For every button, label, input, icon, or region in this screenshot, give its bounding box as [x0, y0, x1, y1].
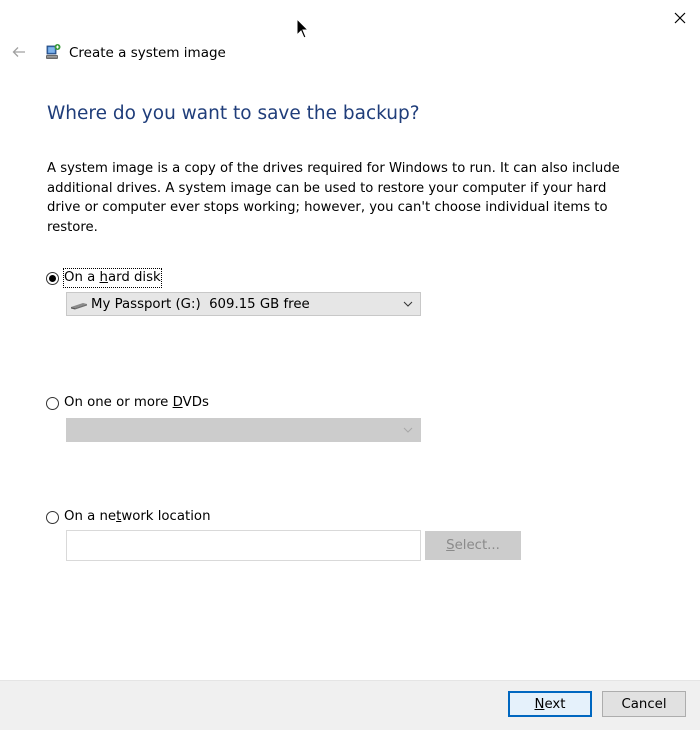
next-button[interactable]: Next	[508, 691, 592, 717]
hard-disk-dropdown[interactable]: My Passport (G:) 609.15 GB free	[66, 292, 421, 316]
close-button[interactable]	[666, 6, 694, 30]
network-location-input[interactable]	[66, 530, 421, 561]
drive-icon	[71, 303, 87, 310]
window-title: Create a system image	[69, 45, 226, 61]
hard-disk-option[interactable]: On a hard disk	[46, 268, 162, 288]
create-system-image-window: Create a system image Where do you want …	[0, 0, 700, 730]
close-icon	[674, 12, 686, 24]
network-label[interactable]: On a network location	[64, 508, 211, 526]
network-option[interactable]: On a network location	[46, 507, 211, 527]
hard-disk-radio[interactable]	[46, 271, 59, 285]
page-description: A system image is a copy of the drives r…	[47, 161, 620, 235]
chevron-down-icon	[398, 294, 418, 314]
footer-bar: Next Cancel	[0, 680, 700, 730]
dvd-radio[interactable]	[46, 396, 59, 410]
dvd-dropdown	[66, 418, 421, 442]
chevron-down-icon	[398, 420, 418, 440]
back-arrow-icon	[12, 47, 25, 57]
page-heading: Where do you want to save the backup?	[47, 103, 420, 124]
system-image-icon	[46, 44, 61, 59]
back-button[interactable]	[8, 42, 30, 62]
cancel-button[interactable]: Cancel	[602, 691, 686, 717]
dvd-label[interactable]: On one or more DVDs	[64, 394, 209, 412]
hard-disk-label[interactable]: On a hard disk	[63, 268, 162, 288]
network-radio[interactable]	[46, 510, 59, 524]
hard-disk-dropdown-value: My Passport (G:) 609.15 GB free	[91, 296, 310, 312]
select-button: Select...	[425, 531, 521, 560]
dvd-option[interactable]: On one or more DVDs	[46, 393, 209, 413]
mouse-cursor-icon	[296, 18, 310, 39]
